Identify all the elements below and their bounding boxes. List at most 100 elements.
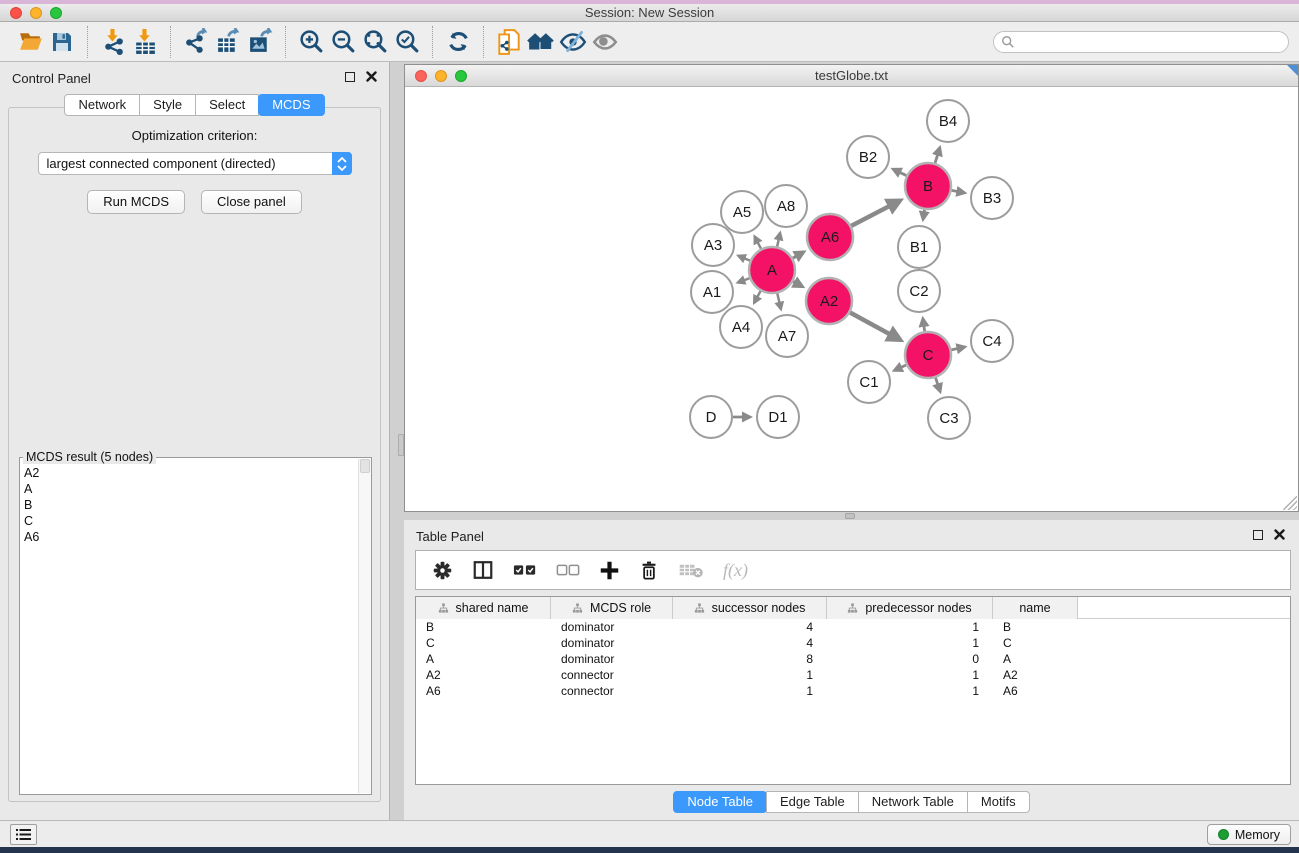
window-resize-grip[interactable] (1283, 496, 1297, 510)
close-panel-button[interactable]: Close panel (201, 190, 302, 214)
graph-edge-A-A1[interactable] (738, 278, 750, 282)
function-builder-button[interactable]: f(x) (723, 560, 748, 581)
column-header-MCDS-role[interactable]: MCDS role (551, 597, 673, 619)
save-session-button[interactable] (46, 26, 78, 58)
mcds-result-list[interactable]: A2ABCA6 (24, 465, 371, 545)
graph-edge-A-A5[interactable] (755, 236, 761, 248)
graph-node-A2[interactable]: A2 (806, 278, 852, 324)
graph-edge-C-C1[interactable] (894, 365, 906, 370)
tab-select[interactable]: Select (195, 94, 259, 116)
graph-node-A7[interactable]: A7 (766, 315, 808, 357)
graph-edge-A-A4[interactable] (754, 291, 760, 303)
graph-edge-A-A3[interactable] (738, 256, 750, 261)
horizontal-splitter[interactable] (404, 512, 1299, 520)
result-item[interactable]: A2 (24, 465, 371, 481)
graph-edge-A-A6[interactable] (793, 252, 804, 258)
graph-node-A3[interactable]: A3 (692, 224, 734, 266)
graph-edge-A6-B[interactable] (851, 201, 900, 226)
zoom-fit-button[interactable] (359, 26, 391, 58)
graph-node-A5[interactable]: A5 (721, 191, 763, 233)
node-table[interactable]: shared nameMCDS rolesuccessor nodesprede… (415, 596, 1291, 785)
table-settings-button[interactable] (432, 560, 453, 581)
close-table-panel-icon[interactable] (1274, 529, 1285, 540)
graph-node-D1[interactable]: D1 (757, 396, 799, 438)
table-row[interactable]: Cdominator41C (416, 635, 1290, 651)
graph-edge-C-C2[interactable] (923, 319, 925, 332)
show-hide-style-button[interactable] (557, 26, 589, 58)
delete-table-button[interactable] (678, 561, 704, 579)
graph-node-B1[interactable]: B1 (898, 226, 940, 268)
close-panel-icon[interactable] (366, 71, 377, 82)
graph-edge-B-B1[interactable] (923, 210, 924, 220)
graph-node-C1[interactable]: C1 (848, 361, 890, 403)
show-column-panel-button[interactable] (472, 559, 494, 581)
select-all-button[interactable] (513, 563, 537, 577)
memory-button[interactable]: Memory (1207, 824, 1291, 845)
criterion-dropdown[interactable]: largest connected component (directed) (38, 152, 352, 175)
zoom-out-button[interactable] (327, 26, 359, 58)
float-table-panel-icon[interactable] (1253, 530, 1263, 540)
zoom-in-button[interactable] (295, 26, 327, 58)
column-header-successor-nodes[interactable]: successor nodes (673, 597, 827, 619)
run-mcds-button[interactable]: Run MCDS (87, 190, 185, 214)
export-network-button[interactable] (180, 26, 212, 58)
graph-node-C4[interactable]: C4 (971, 320, 1013, 362)
tab-style[interactable]: Style (139, 94, 196, 116)
show-hide-eye-button[interactable] (589, 26, 621, 58)
graph-edge-B-B3[interactable] (952, 190, 965, 192)
export-table-button[interactable] (212, 26, 244, 58)
deselect-all-button[interactable] (556, 563, 580, 577)
tab-motifs[interactable]: Motifs (967, 791, 1030, 813)
graph-edge-B-B2[interactable] (893, 169, 906, 175)
graph-edge-A-A2[interactable] (793, 281, 802, 286)
graph-edge-C-C3[interactable] (936, 378, 941, 392)
graph-node-B4[interactable]: B4 (927, 100, 969, 142)
graph-edge-A-A8[interactable] (777, 233, 780, 247)
table-row[interactable]: A2connector11A2 (416, 667, 1290, 683)
open-session-button[interactable] (14, 26, 46, 58)
tab-network-table[interactable]: Network Table (858, 791, 968, 813)
table-row[interactable]: Adominator80A (416, 651, 1290, 667)
new-network-from-selection-button[interactable] (493, 26, 525, 58)
create-column-button[interactable] (599, 560, 620, 581)
graph-node-A4[interactable]: A4 (720, 306, 762, 348)
column-header-name[interactable]: name (993, 597, 1078, 619)
graph-node-C2[interactable]: C2 (898, 270, 940, 312)
tab-node-table[interactable]: Node Table (673, 791, 767, 813)
graph-edge-A2-C[interactable] (850, 312, 900, 339)
export-image-button[interactable] (244, 26, 276, 58)
result-item[interactable]: C (24, 513, 371, 529)
result-item[interactable]: B (24, 497, 371, 513)
graph-edge-C-C4[interactable] (951, 347, 964, 350)
table-row[interactable]: Bdominator41B (416, 619, 1290, 635)
network-window-titlebar[interactable]: testGlobe.txt (405, 65, 1298, 87)
delete-column-button[interactable] (639, 560, 659, 581)
graph-node-A1[interactable]: A1 (691, 271, 733, 313)
column-header-shared-name[interactable]: shared name (416, 597, 551, 619)
result-scrollbar[interactable] (358, 459, 371, 793)
tab-mcds[interactable]: MCDS (258, 94, 324, 116)
first-neighbors-button[interactable] (525, 26, 557, 58)
vertical-splitter-handle[interactable] (398, 434, 404, 456)
import-table-button[interactable] (129, 26, 161, 58)
graph-node-C[interactable]: C (905, 332, 951, 378)
search-input[interactable] (1015, 33, 1288, 51)
graph-node-B2[interactable]: B2 (847, 136, 889, 178)
tab-network[interactable]: Network (64, 94, 140, 116)
search-field[interactable] (993, 31, 1289, 53)
tab-edge-table[interactable]: Edge Table (766, 791, 859, 813)
float-panel-icon[interactable] (345, 72, 355, 82)
graph-node-B3[interactable]: B3 (971, 177, 1013, 219)
graph-node-D[interactable]: D (690, 396, 732, 438)
table-row[interactable]: A6connector11A6 (416, 683, 1290, 699)
graph-node-B[interactable]: B (905, 163, 951, 209)
frame-resize-corner-icon[interactable] (1287, 65, 1298, 76)
refresh-button[interactable] (442, 26, 474, 58)
result-item[interactable]: A (24, 481, 371, 497)
column-header-predecessor-nodes[interactable]: predecessor nodes (827, 597, 993, 619)
graph-node-A6[interactable]: A6 (807, 214, 853, 260)
graph-edge-B-B4[interactable] (935, 148, 940, 163)
task-history-button[interactable] (10, 824, 37, 845)
graph-node-C3[interactable]: C3 (928, 397, 970, 439)
import-network-button[interactable] (97, 26, 129, 58)
